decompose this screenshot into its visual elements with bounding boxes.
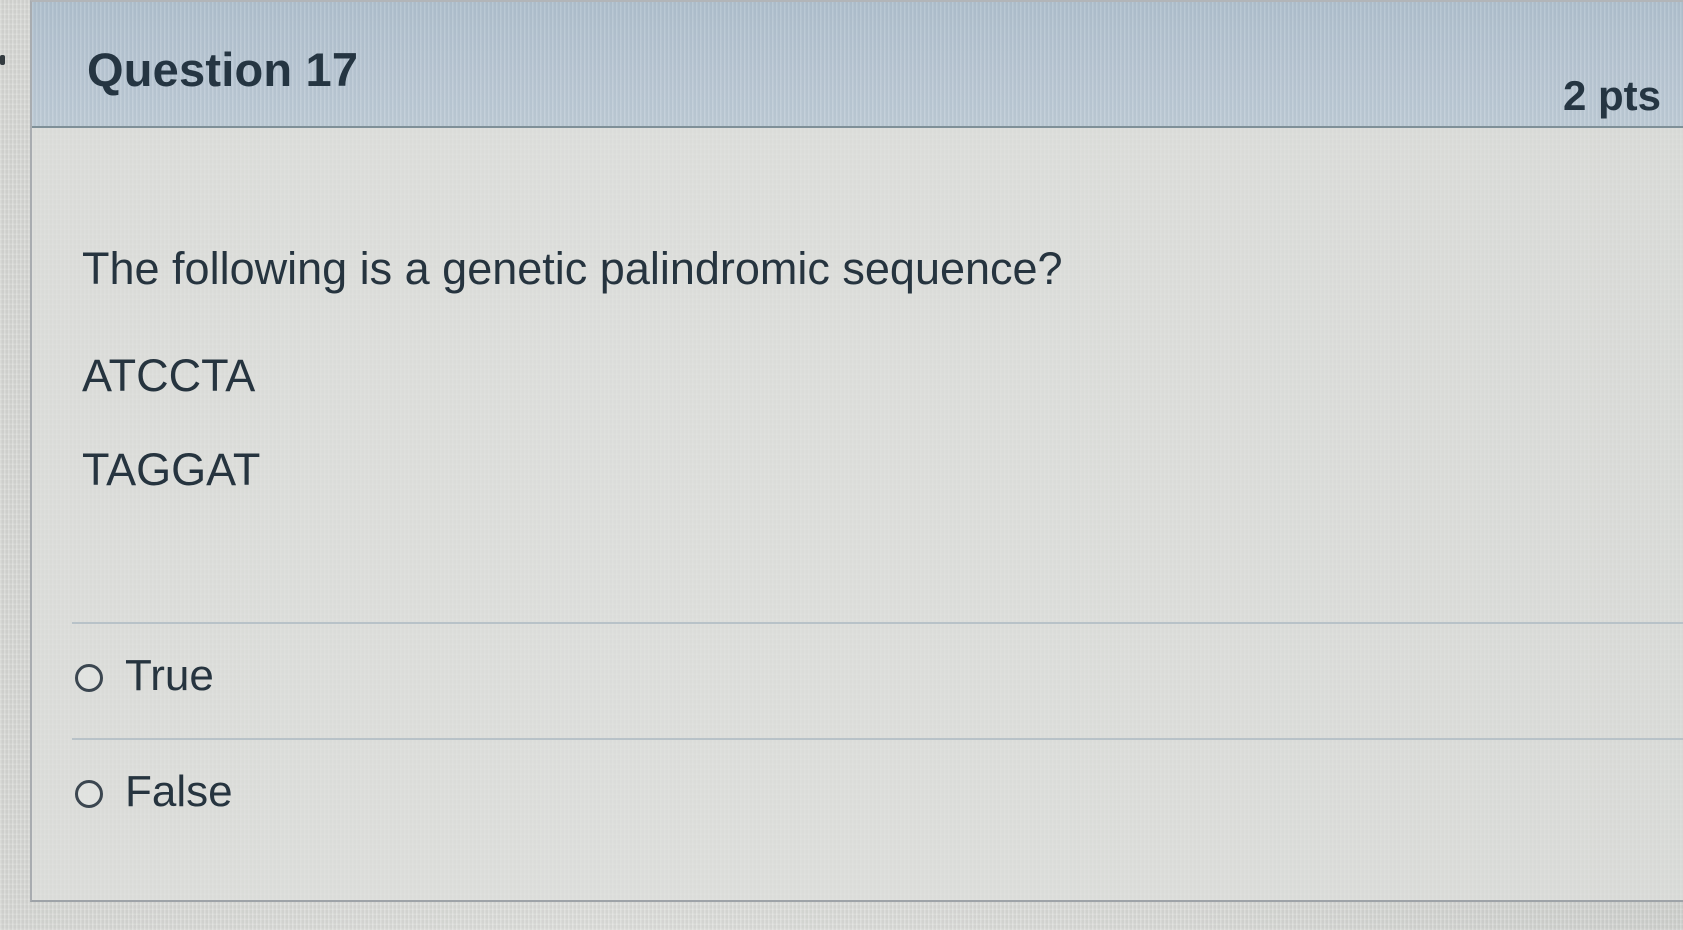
answer-option-true[interactable]: True (72, 622, 1683, 738)
answer-label-true[interactable]: True (125, 648, 214, 704)
dna-sequence-top: ATCCTA (82, 350, 256, 401)
dna-sequence-bottom: TAGGAT (82, 444, 261, 495)
edge-marker (0, 55, 5, 65)
radio-button-icon[interactable] (75, 664, 103, 692)
answer-options: True False (72, 622, 1683, 862)
question-prompt: The following is a genetic palindromic s… (82, 243, 1063, 294)
question-body: The following is a genetic palindromic s… (82, 240, 1632, 495)
radio-button-icon[interactable] (75, 780, 103, 808)
question-title: Question 17 (87, 43, 359, 96)
question-header: Question 17 2 pts (32, 2, 1683, 128)
question-points: 2 pts (1563, 72, 1662, 119)
answer-label-false[interactable]: False (125, 764, 233, 820)
answer-option-false[interactable]: False (72, 738, 1683, 862)
question-card: Question 17 2 pts The following is a gen… (30, 0, 1683, 902)
